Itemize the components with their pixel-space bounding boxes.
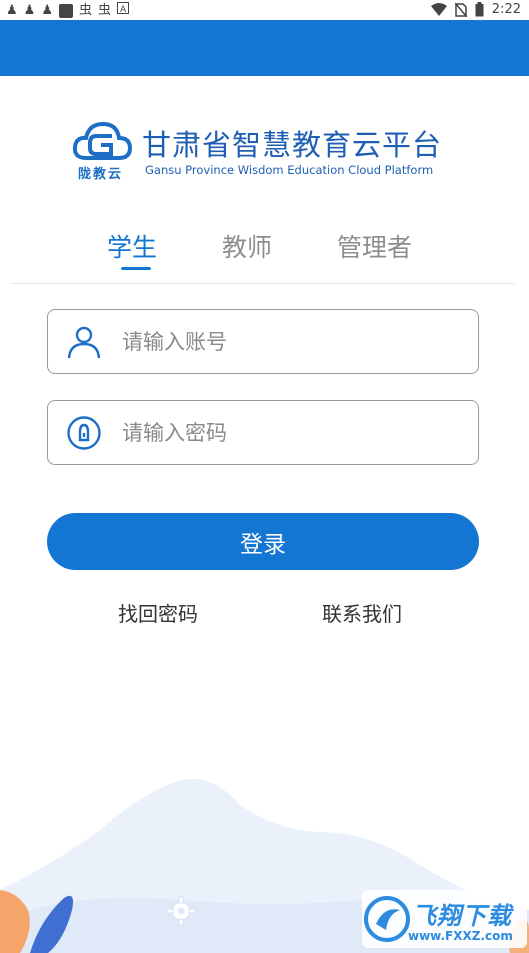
- user-icon: [67, 326, 101, 359]
- a-icon: A: [117, 2, 129, 19]
- login-button[interactable]: 登录: [47, 513, 479, 570]
- battery-icon: [475, 2, 484, 17]
- notification-icon: ♟: [23, 2, 36, 18]
- svg-text:A: A: [120, 5, 127, 14]
- status-right: 2:22: [430, 2, 521, 17]
- tab-teacher[interactable]: 教师: [222, 228, 272, 264]
- notification-icon: ♟: [41, 2, 53, 18]
- password-input[interactable]: [120, 401, 464, 464]
- header-bar: [0, 20, 529, 76]
- status-time: 2:22: [491, 2, 521, 17]
- settings-gear-icon[interactable]: [166, 896, 196, 926]
- logo-caption: 陇教云: [78, 167, 124, 182]
- account-input[interactable]: [120, 310, 464, 373]
- account-field[interactable]: [47, 309, 479, 374]
- password-field[interactable]: [47, 400, 479, 465]
- no-sim-icon: [454, 2, 467, 17]
- wifi-icon: [430, 2, 447, 16]
- notification-icons: ♟ ♟ ♟ 虫 虫 A: [6, 2, 129, 19]
- forgot-password-link[interactable]: 找回密码: [118, 598, 198, 627]
- platform-subtitle: Gansu Province Wisdom Education Cloud Pl…: [145, 163, 434, 177]
- app-notification-icon: [58, 3, 73, 18]
- status-bar: ♟ ♟ ♟ 虫 虫 A 2:22: [0, 0, 529, 20]
- divider: [12, 283, 515, 284]
- platform-title: 甘肃省智慧教育云平台: [142, 128, 443, 162]
- tab-student[interactable]: 学生: [107, 228, 157, 264]
- bug-icon: 虫: [97, 2, 111, 18]
- notification-icon: ♟: [6, 2, 18, 18]
- tab-administrator[interactable]: 管理者: [337, 228, 412, 264]
- contact-us-link[interactable]: 联系我们: [322, 598, 402, 627]
- bug-icon: 虫: [78, 2, 92, 18]
- lock-icon: [67, 416, 101, 450]
- watermark-brand: 飞翔下载: [412, 902, 512, 930]
- active-tab-indicator: [121, 267, 151, 270]
- role-tabs: 学生 教师 管理者: [0, 228, 529, 268]
- watermark-url: www.FXXZ.com: [408, 929, 513, 943]
